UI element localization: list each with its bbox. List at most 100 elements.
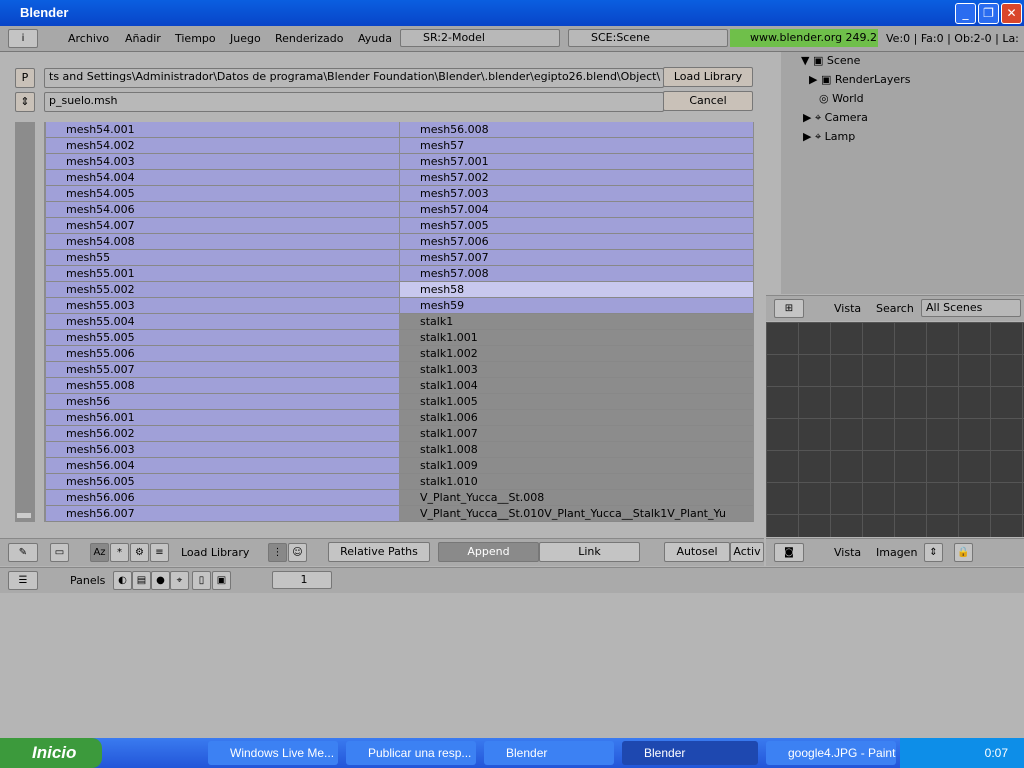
image-browse-icon[interactable]: ⇕ — [924, 543, 943, 562]
editor-type-icon[interactable]: ✎ — [8, 543, 38, 562]
append-button[interactable]: Append — [438, 542, 539, 562]
file-list-item[interactable]: mesh54.003 — [46, 154, 399, 170]
image-vista-menu[interactable]: Vista — [834, 546, 861, 559]
file-list-item[interactable]: mesh57.006 — [400, 234, 753, 250]
task-opera[interactable]: Publicar una resp... — [346, 741, 476, 765]
file-list-item[interactable]: mesh56.003 — [46, 442, 399, 458]
file-list-item[interactable]: mesh56.002 — [46, 426, 399, 442]
lock-icon[interactable]: 🔒 — [954, 543, 973, 562]
file-list-item[interactable]: mesh57.004 — [400, 202, 753, 218]
file-list-item[interactable]: stalk1.003 — [400, 362, 753, 378]
ghost-icon[interactable]: ☺ — [288, 543, 307, 562]
outliner-search-menu[interactable]: Search — [876, 302, 914, 315]
scrollbar[interactable] — [15, 122, 35, 522]
file-list-item[interactable]: stalk1.002 — [400, 346, 753, 362]
task-windows-live[interactable]: Windows Live Me... — [208, 741, 338, 765]
menu-anadir[interactable]: Añadir — [125, 32, 161, 45]
file-list-item[interactable]: mesh57.001 — [400, 154, 753, 170]
file-list-item[interactable]: mesh56.007 — [46, 506, 399, 522]
file-list-item[interactable]: mesh54.008 — [46, 234, 399, 250]
file-list-item[interactable]: mesh58 — [400, 282, 753, 298]
file-list-item[interactable]: stalk1.006 — [400, 410, 753, 426]
load-library-button[interactable]: Load Library — [663, 67, 753, 87]
file-list-item[interactable]: V_Plant_Yucca__St.010V_Plant_Yucca__Stal… — [400, 506, 753, 522]
panels-menu[interactable]: Panels — [70, 574, 105, 587]
maximize-button[interactable]: ❐ — [978, 3, 999, 24]
menu-juego[interactable]: Juego — [230, 32, 261, 45]
scenes-dropdown[interactable]: All Scenes — [921, 299, 1021, 317]
task-paint[interactable]: google4.JPG - Paint — [766, 741, 896, 765]
file-list-item[interactable]: mesh55.004 — [46, 314, 399, 330]
outliner-scene[interactable]: ▼ ▣ Scene — [801, 54, 860, 67]
sort-alpha-icon[interactable]: Az — [90, 543, 109, 562]
path-field[interactable]: ts and Settings\Administrador\Datos de p… — [44, 68, 664, 88]
file-list-item[interactable]: stalk1.009 — [400, 458, 753, 474]
script-icon[interactable]: ▤ — [132, 571, 151, 590]
task-blender-1[interactable]: Blender — [484, 741, 614, 765]
logic-icon[interactable]: ◐ — [113, 571, 132, 590]
file-list-item[interactable]: mesh54.002 — [46, 138, 399, 154]
outliner-camera[interactable]: ▶ ⌖ Camera — [803, 111, 868, 125]
outliner-renderlayers[interactable]: ▶ ▣ RenderLayers — [809, 73, 910, 86]
sort-ext-icon[interactable]: ≡ — [150, 543, 169, 562]
file-list-item[interactable]: mesh56.006 — [46, 490, 399, 506]
file-list-item[interactable]: mesh55.005 — [46, 330, 399, 346]
minimize-button[interactable]: _ — [955, 3, 976, 24]
file-list-item[interactable]: mesh54.005 — [46, 186, 399, 202]
dir-menu-button[interactable]: ⇕ — [15, 92, 35, 112]
file-list-item[interactable]: mesh56.004 — [46, 458, 399, 474]
file-list-item[interactable]: mesh54.006 — [46, 202, 399, 218]
menu-archivo[interactable]: Archivo — [68, 32, 109, 45]
menu-renderizado[interactable]: Renderizado — [275, 32, 343, 45]
file-list-item[interactable]: stalk1 — [400, 314, 753, 330]
file-list-item[interactable]: stalk1.005 — [400, 394, 753, 410]
buttons-type-icon[interactable]: ☰ — [8, 571, 38, 590]
task-blender-2[interactable]: Blender — [622, 741, 758, 765]
file-list-item[interactable]: V_Plant_Yucca__St.008 — [400, 490, 753, 506]
cancel-button[interactable]: Cancel — [663, 91, 753, 111]
outliner-vista-menu[interactable]: Vista — [834, 302, 861, 315]
file-list-item[interactable]: mesh55.003 — [46, 298, 399, 314]
file-list-item[interactable]: stalk1.008 — [400, 442, 753, 458]
file-list-item[interactable]: mesh56.005 — [46, 474, 399, 490]
scene-selector[interactable]: SCE:Scene — [568, 29, 728, 47]
file-list-item[interactable]: stalk1.004 — [400, 378, 753, 394]
file-list-item[interactable]: stalk1.010 — [400, 474, 753, 490]
file-list-item[interactable]: mesh55 — [46, 250, 399, 266]
scene-icon[interactable]: ▣ — [212, 571, 231, 590]
outliner-lamp[interactable]: ▶ ⌖ Lamp — [803, 130, 855, 144]
outliner-type-icon[interactable]: ⊞ — [774, 299, 804, 318]
image-editor-icon[interactable]: ◙ — [774, 543, 804, 562]
file-list-item[interactable]: mesh55.008 — [46, 378, 399, 394]
file-list-item[interactable]: mesh57.008 — [400, 266, 753, 282]
parent-dir-button[interactable]: P — [15, 68, 35, 88]
filename-field[interactable]: p_suelo.msh — [44, 92, 664, 112]
close-button[interactable]: ✕ — [1001, 3, 1022, 24]
file-list-item[interactable]: mesh57.005 — [400, 218, 753, 234]
menu-ayuda[interactable]: Ayuda — [358, 32, 392, 45]
object-icon[interactable]: ⌖ — [170, 571, 189, 590]
file-list-item[interactable]: mesh56 — [46, 394, 399, 410]
file-list-item[interactable]: mesh55.006 — [46, 346, 399, 362]
file-list-item[interactable]: stalk1.007 — [400, 426, 753, 442]
shading-icon[interactable]: ● — [151, 571, 170, 590]
menu-tiempo[interactable]: Tiempo — [175, 32, 216, 45]
file-list-item[interactable]: mesh55.001 — [46, 266, 399, 282]
file-list-item[interactable]: mesh54.004 — [46, 170, 399, 186]
sort-size-icon[interactable]: ⚙ — [130, 543, 149, 562]
file-list-item[interactable]: mesh56.001 — [46, 410, 399, 426]
file-list-item[interactable]: mesh59 — [400, 298, 753, 314]
sort-time-icon[interactable]: * — [110, 543, 129, 562]
file-list-item[interactable]: mesh57.007 — [400, 250, 753, 266]
image-viewport[interactable] — [766, 322, 1024, 537]
frame-field[interactable]: 1 — [272, 571, 332, 589]
file-list-item[interactable]: mesh54.001 — [46, 122, 399, 138]
autosel-button[interactable]: Autosel — [664, 542, 730, 562]
active-button[interactable]: Activ — [730, 542, 764, 562]
file-list-item[interactable]: mesh57.003 — [400, 186, 753, 202]
file-list-item[interactable]: mesh57.002 — [400, 170, 753, 186]
details-icon[interactable]: ⋮ — [268, 543, 287, 562]
file-list-item[interactable]: mesh54.007 — [46, 218, 399, 234]
file-list-item[interactable]: stalk1.001 — [400, 330, 753, 346]
screen-selector[interactable]: SR:2-Model — [400, 29, 560, 47]
